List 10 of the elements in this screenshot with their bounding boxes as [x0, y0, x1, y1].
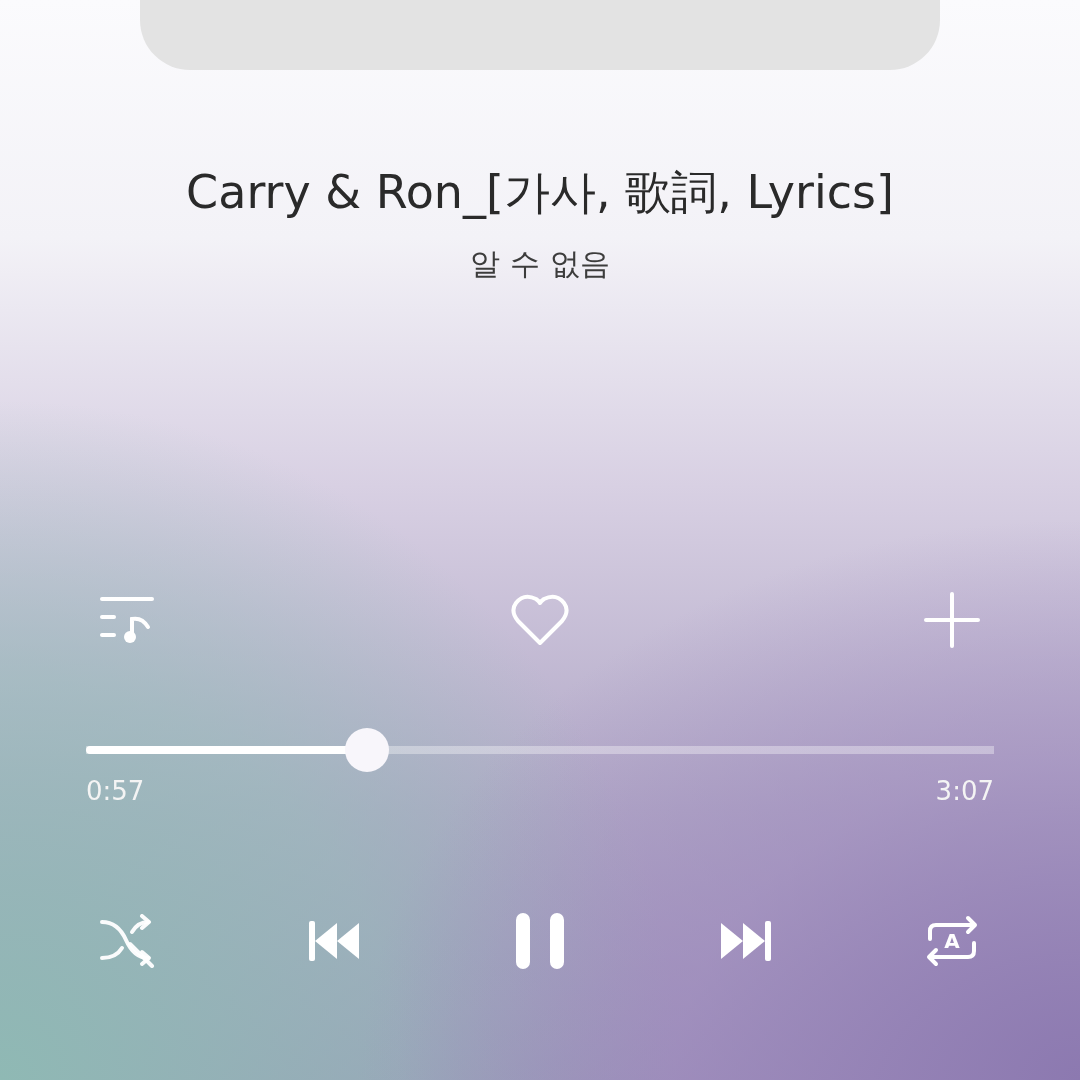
artist-name: 알 수 없음	[470, 245, 610, 283]
song-title: Carry & Ron_[가사, 歌詞, Lyrics]	[186, 164, 894, 221]
elapsed-time: 0:57	[86, 775, 145, 808]
shuffle-icon[interactable]	[100, 914, 156, 968]
playlist-icon[interactable]	[100, 595, 156, 645]
heart-icon[interactable]	[510, 593, 570, 647]
total-time: 3:07	[935, 775, 994, 808]
slider-thumb[interactable]	[345, 728, 390, 772]
add-icon[interactable]	[924, 592, 980, 648]
pause-icon[interactable]	[514, 911, 566, 971]
